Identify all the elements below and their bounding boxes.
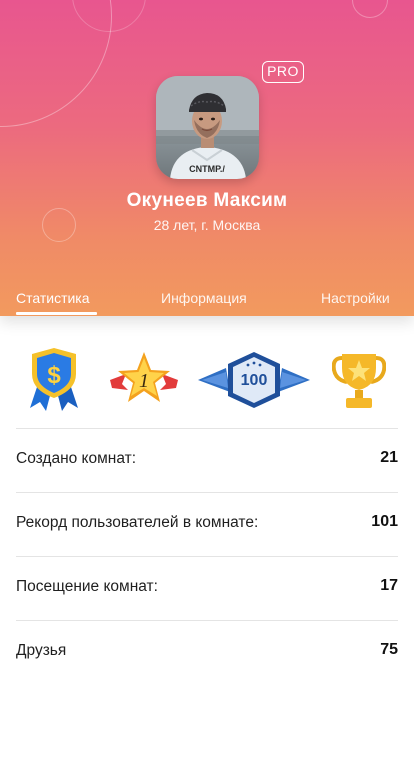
stat-value: 75	[380, 641, 398, 658]
dollar-ribbon-award-icon[interactable]: $	[28, 346, 80, 412]
stat-row-room-visits: Посещение комнат: 17	[16, 556, 398, 620]
hundred-winged-badge-icon[interactable]: 100	[196, 350, 312, 410]
stat-label: Друзья	[16, 642, 67, 659]
active-tab-indicator	[16, 312, 97, 315]
stat-value: 17	[380, 577, 398, 594]
profile-header: CNTMP./ PRO Окунеев Максим 28 лет, г. Мо…	[0, 0, 414, 316]
avatar-photo: CNTMP./	[156, 76, 259, 179]
stat-row-user-record: Рекорд пользователей в комнате: 101	[16, 492, 398, 556]
gold-trophy-icon[interactable]	[332, 350, 386, 412]
star-number-one-icon[interactable]: 1	[110, 350, 178, 406]
pro-badge: PRO	[262, 61, 304, 83]
svg-text:100: 100	[241, 372, 268, 389]
stat-value: 21	[380, 449, 398, 466]
tab-settings[interactable]: Настройки	[321, 290, 390, 306]
avatar[interactable]: CNTMP./	[156, 76, 259, 179]
stat-label: Создано комнат:	[16, 450, 137, 467]
tab-statistics[interactable]: Статистика	[16, 290, 90, 306]
shirt-print: CNTMP./	[189, 164, 225, 174]
profile-subtitle: 28 лет, г. Москва	[153, 217, 261, 233]
stat-row-friends[interactable]: Друзья 75	[16, 620, 398, 684]
stat-row-rooms-created: Создано комнат: 21	[16, 428, 398, 492]
stat-label: Посещение комнат:	[16, 578, 158, 595]
decorative-circle	[352, 0, 388, 18]
svg-text:1: 1	[139, 370, 149, 392]
stat-label: Рекорд пользователей в комнате:	[16, 514, 259, 531]
profile-name: Окунеев Максим	[126, 190, 288, 211]
profile-tabs: Статистика Информация Настройки	[0, 290, 414, 316]
stat-value: 101	[371, 513, 398, 530]
svg-text:$: $	[47, 362, 61, 389]
achievements-row: $ 1 100	[0, 342, 414, 420]
tab-information[interactable]: Информация	[161, 290, 247, 306]
